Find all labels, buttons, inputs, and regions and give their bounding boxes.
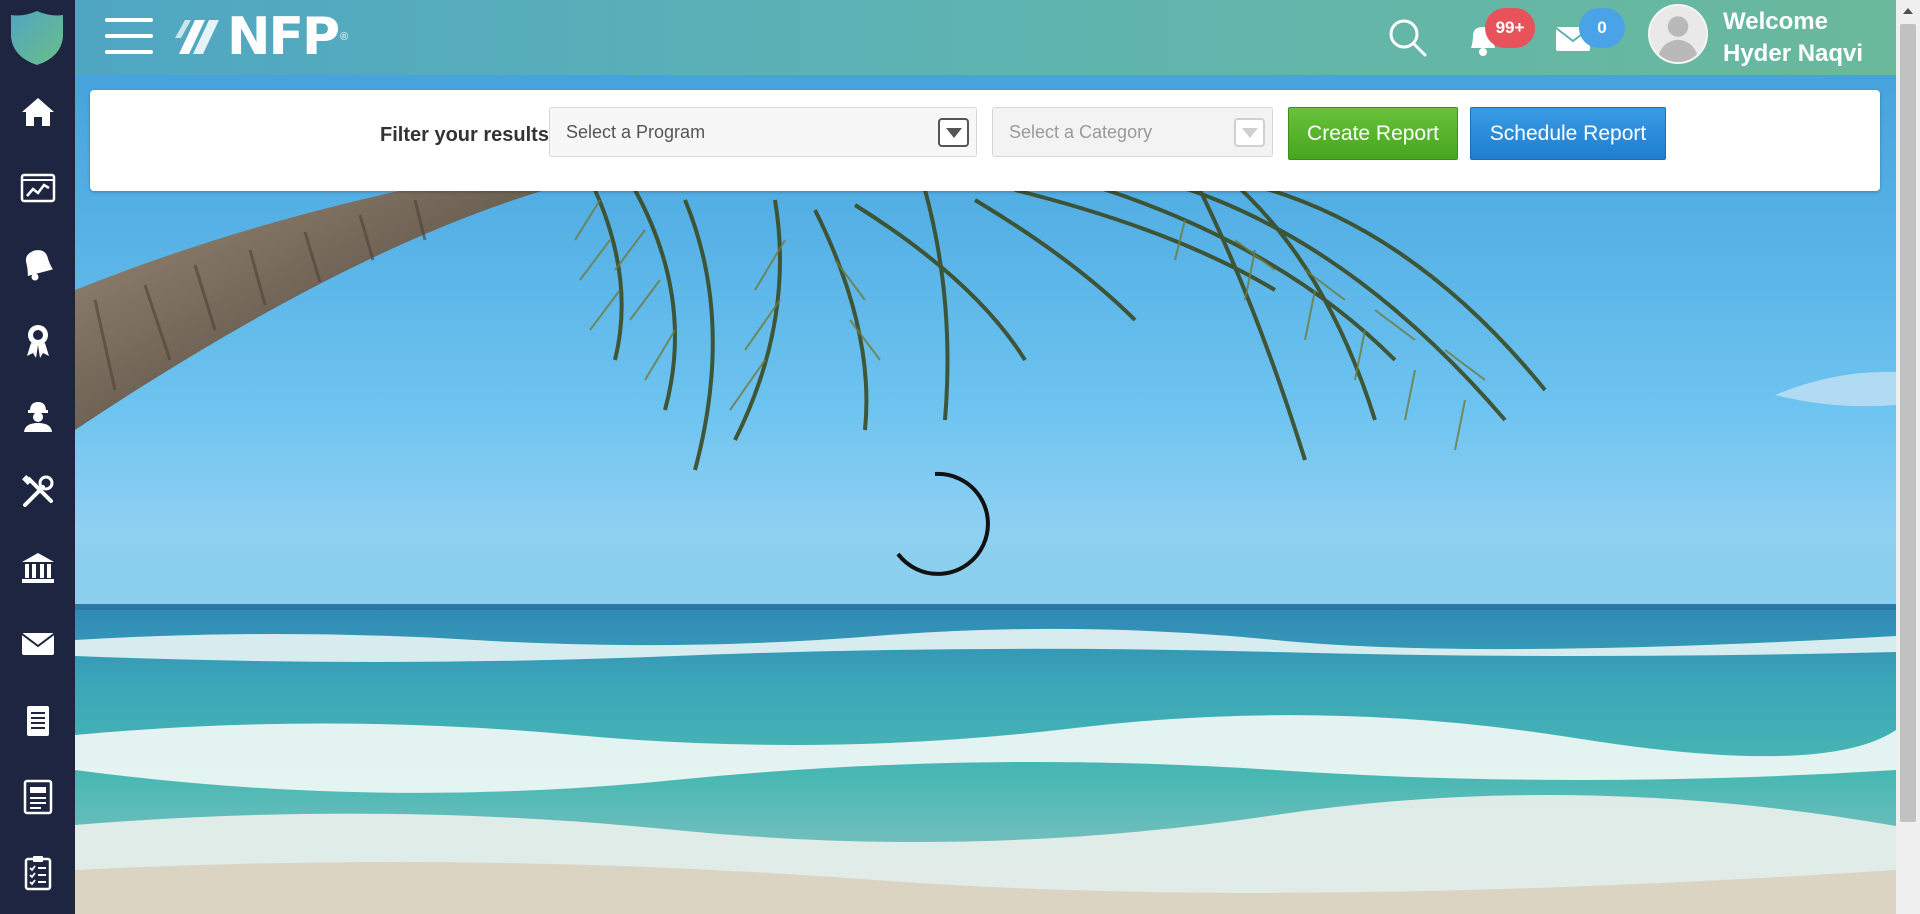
brand-name: NFP <box>227 7 340 67</box>
user-name: Hyder Naqvi <box>1723 40 1864 67</box>
category-select-value: Select a Category <box>1009 121 1153 142</box>
sidebar-item-notes[interactable] <box>0 690 75 750</box>
loading-spinner <box>896 471 990 576</box>
sidebar-item-institutions[interactable] <box>0 538 75 598</box>
app-window: NFP ® 99+ 0 Welcome Hyder Naqvi Filter y… <box>0 0 1920 914</box>
program-select-value: Select a Program <box>566 121 706 142</box>
notifications-badge: 99+ <box>1485 8 1535 48</box>
search-button[interactable] <box>1388 18 1428 58</box>
hamburger-line <box>105 50 153 54</box>
brand-logo[interactable]: NFP ® <box>171 7 349 67</box>
filter-label: Filter your results <box>380 124 549 146</box>
hamburger-line <box>105 18 153 22</box>
schedule-report-button[interactable]: Schedule Report <box>1470 107 1666 160</box>
welcome-label: Welcome <box>1723 8 1828 35</box>
welcome-text[interactable]: Welcome Hyder Naqvi <box>1723 6 1863 70</box>
sidebar-item-mail[interactable] <box>0 614 75 674</box>
triangle-up-icon <box>1903 8 1913 14</box>
program-select-caret[interactable] <box>938 118 969 147</box>
scroll-up-button[interactable] <box>1896 0 1920 22</box>
envelope-icon <box>20 633 55 655</box>
category-select-caret <box>1234 118 1265 147</box>
sidebar-item-workers[interactable] <box>0 386 75 446</box>
sidebar-item-rewards[interactable] <box>0 310 75 370</box>
search-icon <box>1389 19 1427 57</box>
ribbon-icon <box>26 325 49 358</box>
caret-down-icon <box>1241 127 1258 138</box>
filter-panel: Filter your results Select a Program Sel… <box>90 90 1880 191</box>
sidebar-item-dashboard[interactable] <box>0 158 75 218</box>
scrollbar[interactable] <box>1896 0 1920 914</box>
notepad-icon <box>26 706 49 736</box>
bell-icon <box>25 250 53 281</box>
caret-down-icon <box>945 127 962 138</box>
sidebar <box>0 0 75 914</box>
top-bar: NFP ® 99+ 0 Welcome Hyder Naqvi <box>75 0 1896 75</box>
sidebar-item-home[interactable] <box>0 82 75 142</box>
create-report-button[interactable]: Create Report <box>1288 107 1458 160</box>
sidebar-item-checklist[interactable] <box>0 842 75 902</box>
home-icon <box>21 98 54 126</box>
category-select[interactable]: Select a Category <box>992 107 1273 157</box>
program-select[interactable]: Select a Program <box>549 107 977 157</box>
tools-icon <box>21 475 53 507</box>
user-avatar[interactable] <box>1648 4 1708 64</box>
sidebar-item-tools[interactable] <box>0 462 75 522</box>
clipboard-icon <box>24 856 51 891</box>
sidebar-item-alerts[interactable] <box>0 234 75 294</box>
messages-badge: 0 <box>1579 8 1625 48</box>
document-icon <box>23 779 52 815</box>
registered-mark: ® <box>340 31 349 43</box>
sidebar-item-reports[interactable] <box>0 766 75 826</box>
user-silhouette-icon <box>1650 6 1706 62</box>
hamburger-line <box>105 34 153 38</box>
menu-toggle-button[interactable] <box>105 18 153 56</box>
chart-monitor-icon <box>20 173 55 203</box>
shield-logo-icon[interactable] <box>11 11 63 65</box>
nfp-mark-icon <box>175 20 219 54</box>
worker-icon <box>23 402 52 432</box>
bank-icon <box>21 553 54 583</box>
scrollbar-thumb[interactable] <box>1900 24 1916 822</box>
